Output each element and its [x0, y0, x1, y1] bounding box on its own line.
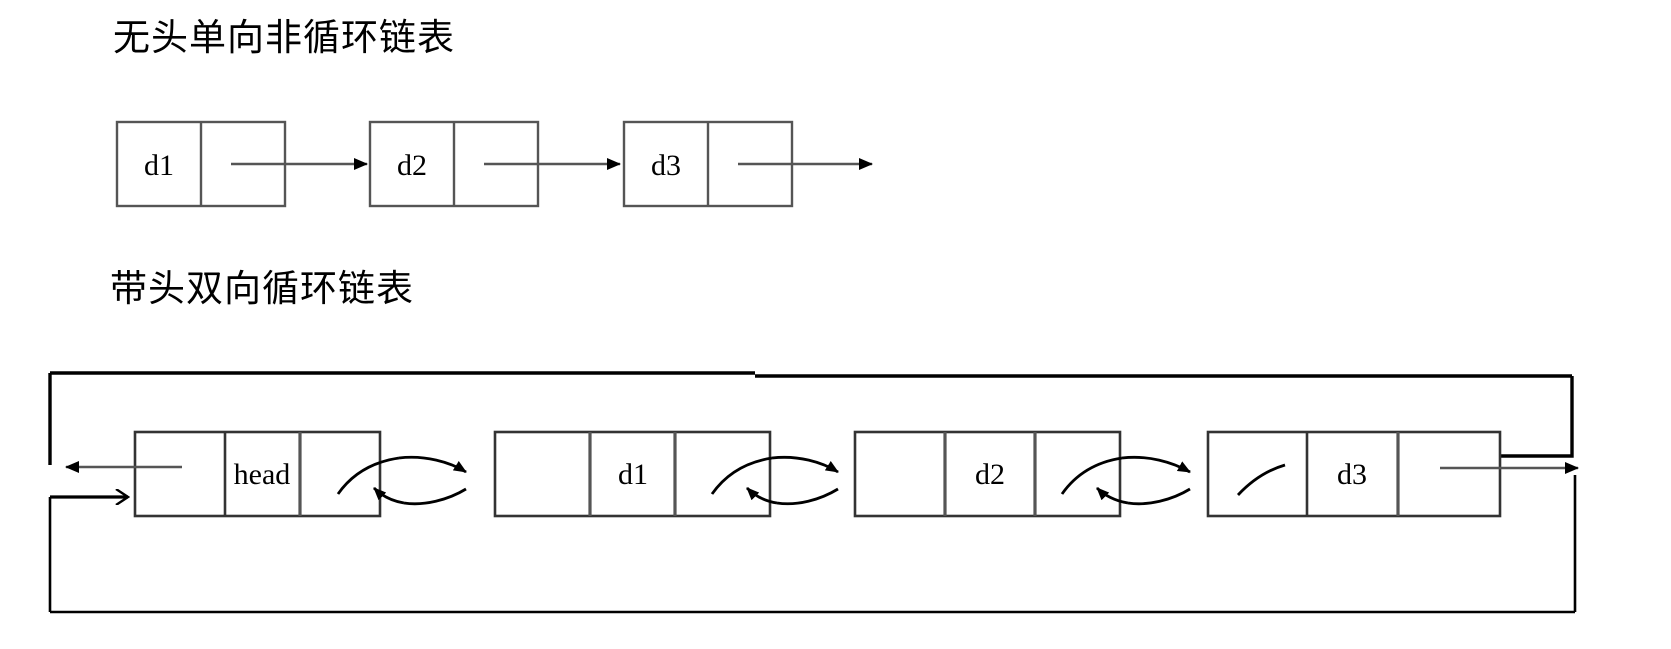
singly-node-3-box: [622, 120, 794, 208]
singly-node-3-data: d3: [651, 149, 681, 182]
diagram-canvas: 无头单向非循环链表 带头双向循环链表 d1 d2 d3 head d1 d2 d…: [0, 0, 1671, 649]
doubly-node-d2-box: [853, 430, 1122, 518]
doubly-d2-next-curve-start: [1060, 456, 1123, 495]
doubly-d1-prev-curve-start: [403, 487, 467, 506]
top-loop-into-tail: [1432, 376, 1574, 456]
doubly-d1-prev-curve-arrow: [373, 486, 405, 505]
doubly-node-d1-data: d1: [618, 458, 648, 491]
doubly-node-d3-box: [1206, 430, 1502, 518]
doubly-head-next-curve-arrow: [398, 455, 467, 474]
singly-node-2-box: [368, 120, 540, 208]
doubly-d1-next-curve-start: [710, 456, 773, 495]
doubly-list-title: 带头双向循环链表: [110, 269, 414, 310]
doubly-d2-next-curve-arrow: [1121, 455, 1191, 474]
singly-node-2: d2: [368, 120, 621, 208]
doubly-d2-prev-curve-start: [776, 487, 839, 506]
doubly-d2-prev-curve-arrow: [746, 486, 778, 505]
singly-node-2-data: d2: [397, 149, 427, 182]
doubly-d3-prev-curve-start: [1127, 487, 1191, 506]
doubly-node-d1: d1: [493, 430, 839, 518]
doubly-node-d1-box: [493, 430, 772, 518]
doubly-d1-next-curve-arrow: [771, 455, 839, 474]
doubly-d3-prev-curve-tail: [1236, 463, 1286, 496]
doubly-node-d3: d3: [1206, 430, 1579, 518]
doubly-node-head: head: [65, 430, 467, 518]
singly-node-1: d1: [115, 120, 368, 208]
doubly-top-loop-wire: [48, 371, 1574, 465]
doubly-bottom-loop-wire: [48, 475, 1577, 614]
doubly-node-d2-data: d2: [975, 458, 1005, 491]
doubly-list-group: head d1 d2 d3: [48, 371, 1579, 614]
doubly-node-head-box: [133, 430, 382, 518]
doubly-node-head-data: head: [234, 458, 291, 491]
linked-list-illustration: d1 d2 d3 head d1 d2 d3: [48, 120, 1579, 614]
doubly-head-next-curve-start: [336, 456, 400, 495]
doubly-node-d2: d2: [853, 430, 1191, 518]
singly-list-group: d1 d2 d3: [115, 120, 873, 208]
singly-list-title: 无头单向非循环链表: [113, 18, 455, 59]
doubly-d3-prev-curve-arrow: [1096, 486, 1129, 505]
singly-node-1-box: [115, 120, 287, 208]
doubly-node-d3-data: d3: [1337, 458, 1367, 491]
singly-node-1-data: d1: [144, 149, 174, 182]
singly-node-3: d3: [622, 120, 873, 208]
